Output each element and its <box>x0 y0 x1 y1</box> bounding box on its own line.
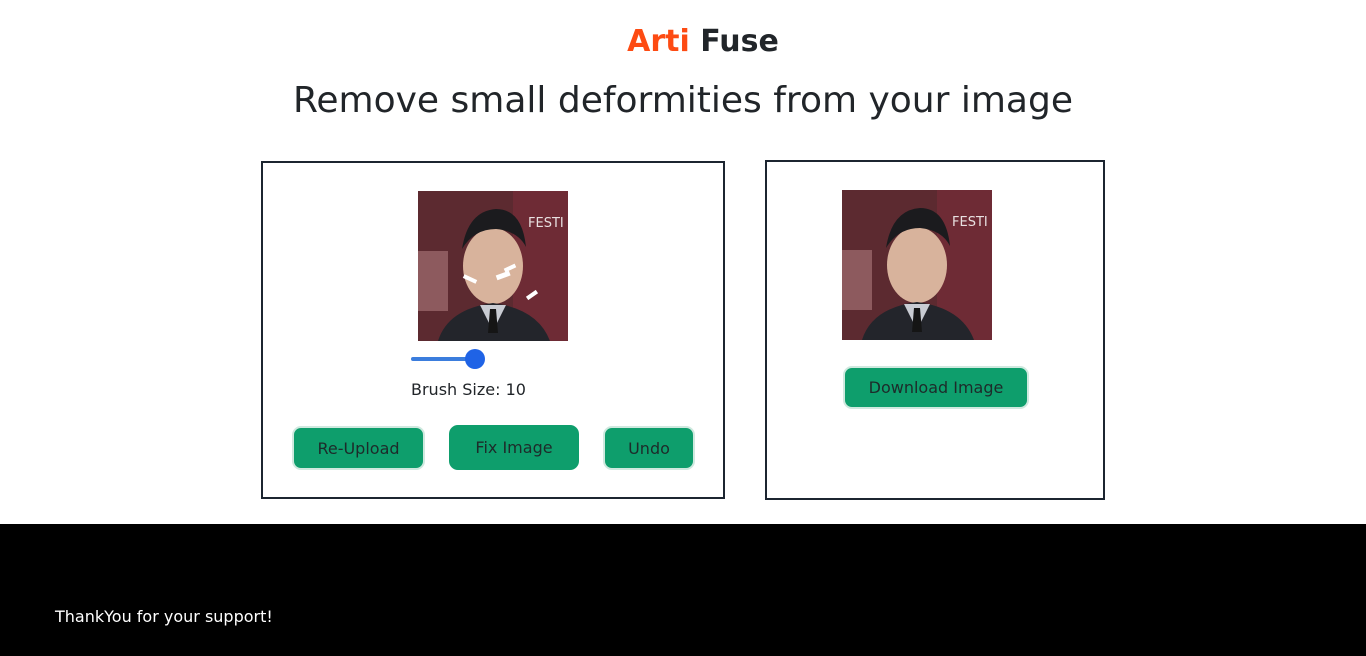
brush-size-label: Brush Size: 10 <box>411 380 526 399</box>
portrait-image: FESTI <box>418 191 568 341</box>
reupload-button[interactable]: Re-Upload <box>292 426 425 470</box>
footer-message: ThankYou for your support! <box>55 607 273 626</box>
page-headline: Remove small deformities from your image <box>292 80 1073 121</box>
portrait-image: FESTI <box>842 190 992 340</box>
slider-thumb[interactable] <box>465 349 485 369</box>
svg-text:FESTI: FESTI <box>952 215 988 230</box>
footer: ThankYou for your support! <box>0 524 1366 656</box>
brand-logo: Arti Fuse <box>0 22 1366 62</box>
result-panel: FESTI Download Image <box>765 160 1105 500</box>
fix-image-button[interactable]: Fix Image <box>449 425 579 470</box>
brand-name-part2: Fuse <box>700 24 779 59</box>
undo-button[interactable]: Undo <box>603 426 695 470</box>
download-image-button[interactable]: Download Image <box>843 366 1029 409</box>
editable-image-canvas[interactable]: FESTI <box>418 191 568 341</box>
result-image: FESTI <box>842 190 992 340</box>
svg-text:FESTI: FESTI <box>528 216 564 231</box>
editor-panel: FESTI Brush Size: 10 Re-Upload Fix Image… <box>261 161 725 499</box>
brand-name-part1: Arti <box>627 24 690 59</box>
brush-size-slider[interactable] <box>411 349 487 369</box>
